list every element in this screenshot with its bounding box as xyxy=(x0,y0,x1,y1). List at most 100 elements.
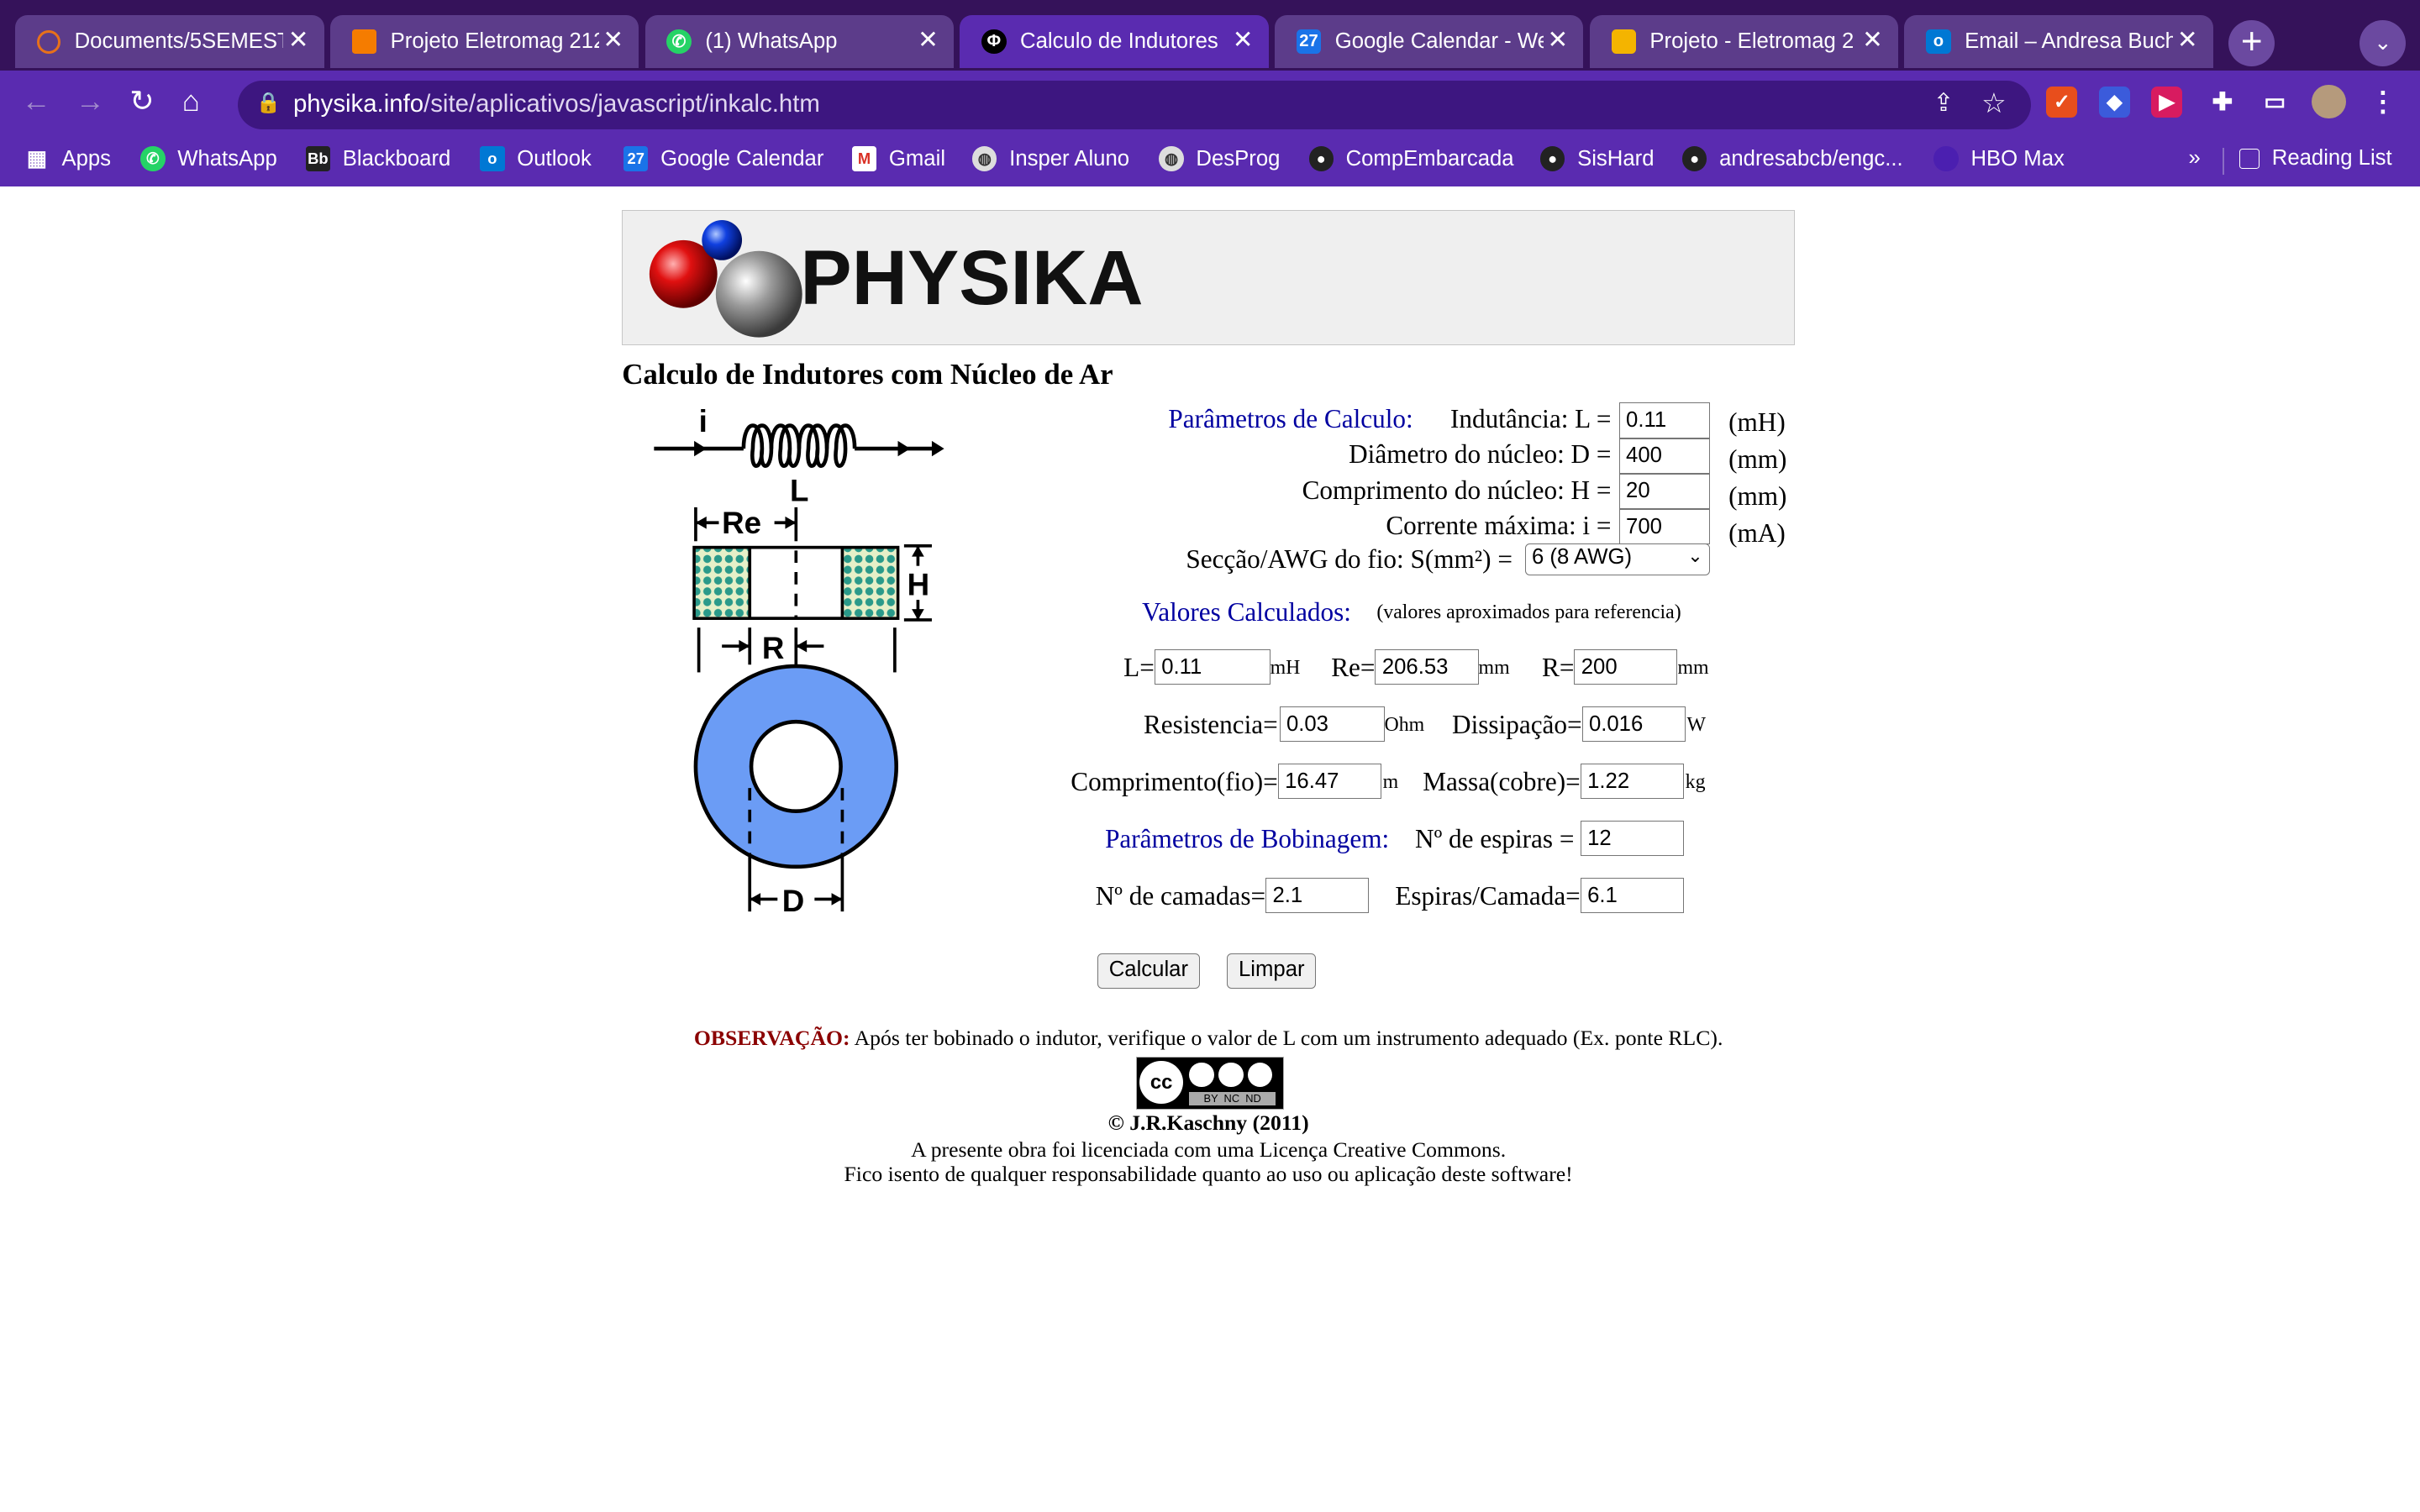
bookmark-andresabcb[interactable]: ● andresabcb/engc... xyxy=(1682,146,1903,171)
extension-app-icon[interactable]: ◆ xyxy=(2098,86,2130,118)
bookmark-apps[interactable]: ▦ Apps xyxy=(24,146,111,171)
calc-Re-label: Re= xyxy=(1331,652,1376,682)
bookmark-google-calendar[interactable]: 27 Google Calendar xyxy=(623,146,823,171)
calc-Re-output[interactable] xyxy=(1375,649,1479,685)
calc-L-output[interactable] xyxy=(1154,649,1270,685)
tab-projeto-eletromag[interactable]: Projeto Eletromag 212 ✕ xyxy=(330,15,639,68)
bookmark-label: Insper Aluno xyxy=(1009,146,1130,171)
dissipation-output[interactable] xyxy=(1581,706,1686,743)
bookmark-whatsapp[interactable]: ✆ WhatsApp xyxy=(140,146,277,171)
extensions-puzzle-icon[interactable]: ✚ xyxy=(2207,87,2238,118)
tab-title: Google Calendar - We xyxy=(1334,29,1544,54)
dimension-arrow-icon xyxy=(831,893,843,906)
license-text: A presente obra foi licenciada com uma L… xyxy=(911,1137,1507,1162)
url-text[interactable]: physika.info/site/aplicativos/javascript… xyxy=(293,90,820,118)
close-icon[interactable]: ✕ xyxy=(2177,28,2198,52)
creative-commons-badge[interactable]: cc BY NC ND xyxy=(1135,1057,1285,1110)
physika-banner: PHYSIKA xyxy=(622,209,1796,346)
lock-icon: 🔒 xyxy=(255,92,281,115)
current-label: Corrente máxima: i = xyxy=(1386,510,1612,540)
calcular-button[interactable]: Calcular xyxy=(1097,953,1200,990)
reading-list[interactable]: Reading List xyxy=(2239,146,2392,171)
length-unit: (mm) xyxy=(1728,481,1787,512)
url-domain: physika.info xyxy=(292,89,424,118)
bookmarks-overflow-chevron-icon[interactable]: » xyxy=(2188,146,2200,171)
diameter-input[interactable] xyxy=(1618,438,1711,474)
bookmark-desprog[interactable]: ◍ DesProg xyxy=(1159,146,1280,171)
wire-section-select[interactable]: 6 (8 AWG) ⌄ xyxy=(1524,543,1711,576)
dimension-arrow-icon xyxy=(912,609,925,621)
tab-search-chevron-icon[interactable]: ⌄ xyxy=(2360,19,2407,66)
menu-dots-icon[interactable]: ⋮ xyxy=(2367,87,2398,118)
address-bar[interactable]: 🔒 physika.info/site/aplicativos/javascri… xyxy=(237,80,2032,130)
layers-output[interactable] xyxy=(1265,878,1370,914)
tab-calculo-indutores[interactable]: Φ Calculo de Indutores ✕ xyxy=(960,15,1269,68)
cc-icon: cc xyxy=(1139,1060,1183,1105)
calc-R-output[interactable] xyxy=(1574,649,1678,685)
reload-icon[interactable]: ↻ xyxy=(129,83,154,120)
tab-documents[interactable]: Documents/5SEMEST ✕ xyxy=(15,15,324,68)
bookmark-label: Apps xyxy=(61,146,112,171)
bookmark-hbo-max[interactable]: HBO Max xyxy=(1933,146,2065,171)
extension-todoist-icon[interactable]: ✓ xyxy=(2046,86,2078,118)
new-tab-button[interactable]: + xyxy=(2228,19,2275,66)
length-label: Comprimento do núcleo: H = xyxy=(1302,475,1612,505)
tab-google-calendar[interactable]: 27 Google Calendar - We ✕ xyxy=(1275,15,1584,68)
resistance-output[interactable] xyxy=(1279,706,1385,743)
bookmark-label: CompEmbarcada xyxy=(1345,146,1514,171)
close-icon[interactable]: ✕ xyxy=(1547,28,1568,52)
forward-arrow-icon[interactable]: → xyxy=(76,83,105,120)
close-icon[interactable]: ✕ xyxy=(1233,28,1254,52)
turns-per-layer-output[interactable] xyxy=(1580,878,1684,914)
bookmark-blackboard[interactable]: Bb Blackboard xyxy=(305,146,450,171)
home-icon[interactable]: ⌂ xyxy=(182,83,200,120)
star-icon[interactable]: ☆ xyxy=(1981,87,2007,120)
current-input[interactable] xyxy=(1618,509,1711,545)
blackboard-icon: Bb xyxy=(305,146,331,171)
copyright: © J.R.Kaschny (2011) xyxy=(1107,1110,1309,1136)
url-path: /site/aplicativos/javascript/inkalc.htm xyxy=(424,89,820,118)
calc-L-label: L= xyxy=(1123,652,1155,682)
wire-length-output[interactable] xyxy=(1277,764,1381,800)
extension-video-icon[interactable]: ▶ xyxy=(2151,86,2183,118)
share-icon[interactable]: ⇪ xyxy=(1933,88,1954,118)
wire-section-selected: 6 (8 AWG) xyxy=(1532,545,1633,570)
close-icon[interactable]: ✕ xyxy=(288,28,309,52)
close-icon[interactable]: ✕ xyxy=(918,28,939,52)
calendar-icon: 27 xyxy=(1296,29,1322,55)
bookmark-sishard[interactable]: ● SisHard xyxy=(1540,146,1655,171)
whatsapp-icon: ✆ xyxy=(666,29,692,55)
tab-title: Documents/5SEMEST xyxy=(74,29,283,54)
profile-avatar[interactable] xyxy=(2312,85,2346,119)
bookmark-insper-aluno[interactable]: ◍ Insper Aluno xyxy=(972,146,1129,171)
whatsapp-icon: ✆ xyxy=(140,146,166,171)
bookmark-outlook[interactable]: o Outlook xyxy=(480,146,592,171)
bookmark-label: Outlook xyxy=(517,146,592,171)
close-icon[interactable]: ✕ xyxy=(1862,28,1883,52)
tab-projeto-eletromag-slides[interactable]: Projeto - Eletromag 2 ✕ xyxy=(1589,15,1899,68)
outlook-icon: o xyxy=(1926,29,1951,55)
turns-output[interactable] xyxy=(1580,821,1684,857)
length-input[interactable] xyxy=(1618,473,1711,510)
dimension-arrow-icon xyxy=(739,640,750,653)
back-arrow-icon[interactable]: ← xyxy=(22,83,51,120)
bookmark-label: andresabcb/engc... xyxy=(1719,146,1903,171)
reading-list-label: Reading List xyxy=(2271,146,2392,171)
bookmark-compembarcada[interactable]: ● CompEmbarcada xyxy=(1308,146,1514,171)
copper-mass-unit: kg xyxy=(1685,771,1706,794)
tab-whatsapp[interactable]: ✆ (1) WhatsApp ✕ xyxy=(644,15,955,68)
calculated-note: (valores aproximados para referencia) xyxy=(1376,601,1681,624)
dimension-arrow-icon xyxy=(785,517,797,529)
nc-icon xyxy=(1218,1062,1244,1087)
bookmark-gmail[interactable]: M Gmail xyxy=(851,146,946,171)
limpar-button[interactable]: Limpar xyxy=(1227,953,1317,990)
copper-mass-output[interactable] xyxy=(1580,764,1684,800)
tab-email[interactable]: o Email – Andresa Buch ✕ xyxy=(1904,15,2213,68)
apps-grid-icon: ▦ xyxy=(26,147,48,171)
bookmark-label: Gmail xyxy=(888,146,946,171)
inductance-input[interactable] xyxy=(1618,402,1711,438)
tab-title: Projeto - Eletromag 2 xyxy=(1649,29,1854,54)
observation-text: Após ter bobinado o indutor, verifique o… xyxy=(854,1026,1723,1051)
cast-icon[interactable]: ▭ xyxy=(2260,87,2291,118)
close-icon[interactable]: ✕ xyxy=(602,28,623,52)
